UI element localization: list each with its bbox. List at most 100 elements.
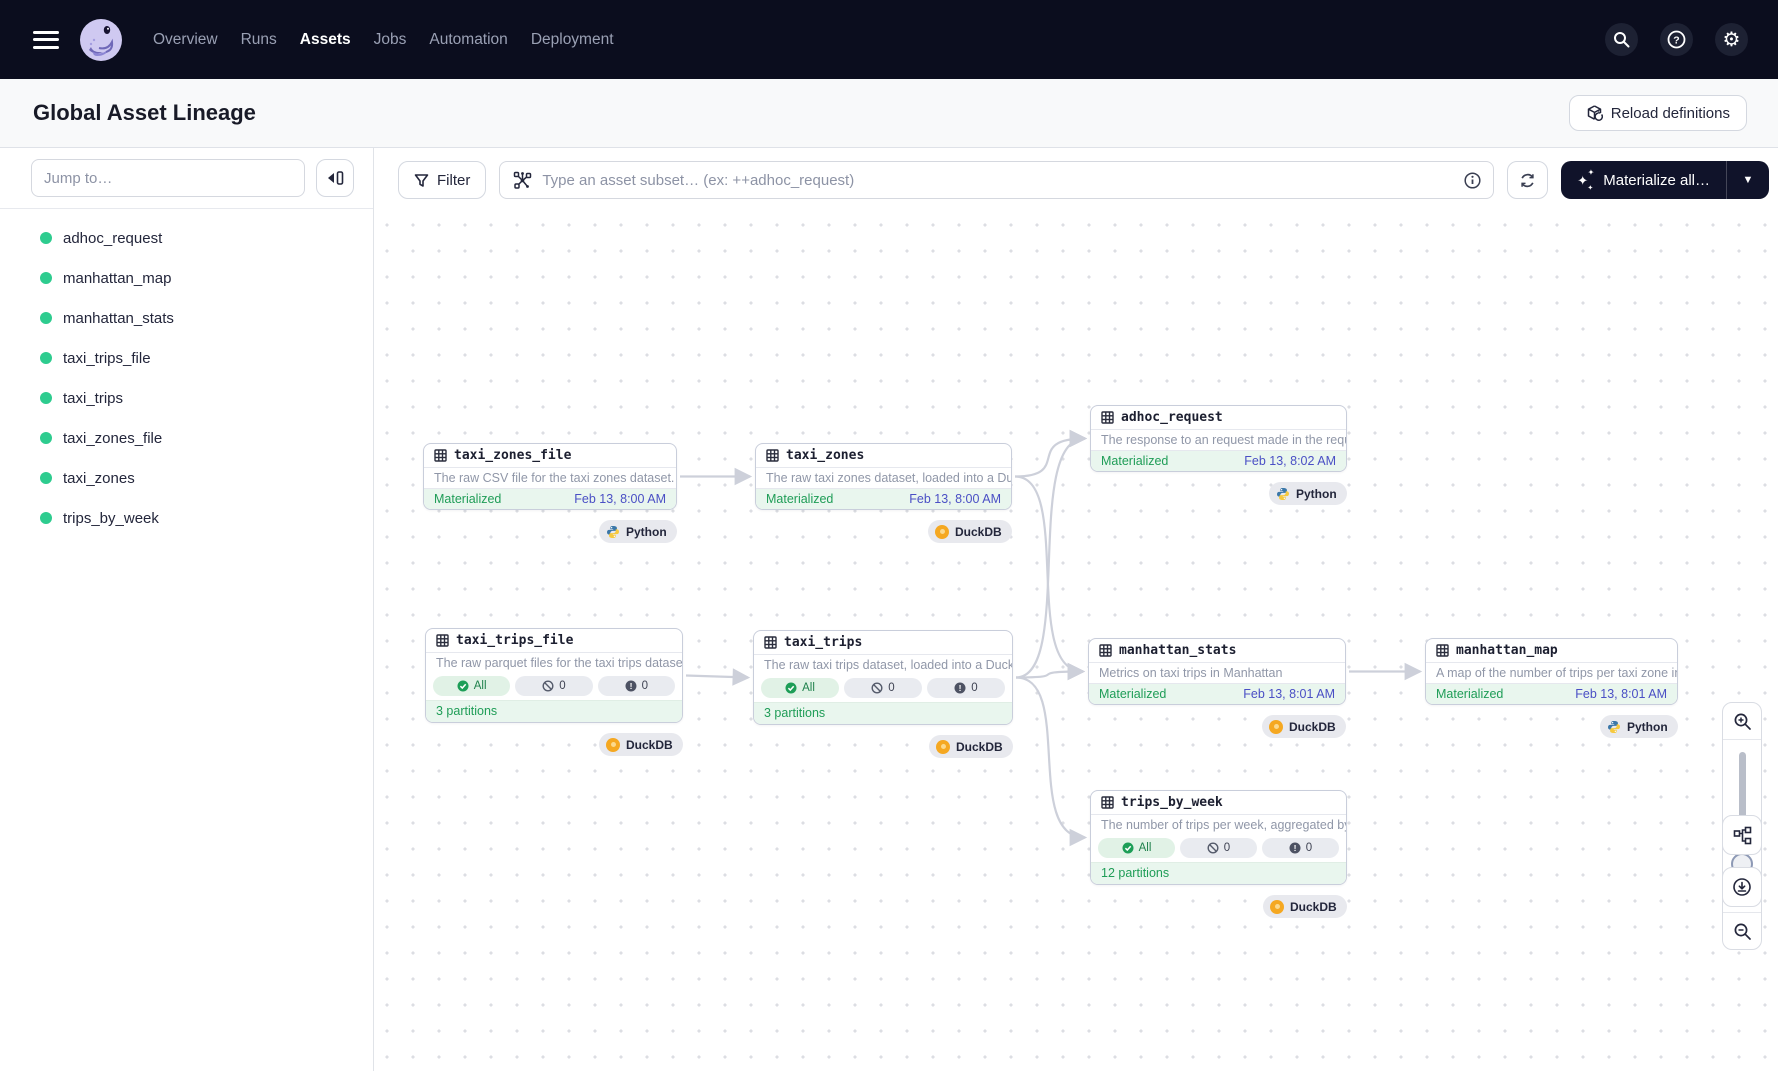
status-timestamp[interactable]: Feb 13, 8:00 AM <box>574 492 666 506</box>
status-timestamp[interactable]: Feb 13, 8:01 AM <box>1575 687 1667 701</box>
sidebar-asset-manhattan_map[interactable]: manhattan_map <box>0 258 373 298</box>
asset-label: taxi_trips_file <box>63 350 151 367</box>
funnel-icon <box>414 173 429 188</box>
svg-text:!: ! <box>959 683 962 693</box>
partitions-failed-pill[interactable]: !0 <box>927 678 1005 698</box>
compute-kind-badge-duckdb[interactable]: DuckDB <box>599 733 683 756</box>
badge-label: Python <box>626 525 667 539</box>
table-icon <box>1101 796 1114 809</box>
menu-icon[interactable] <box>33 26 59 53</box>
asset-node-taxi_trips[interactable]: taxi_tripsThe raw taxi trips dataset, lo… <box>753 630 1013 725</box>
nav-link-automation[interactable]: Automation <box>429 31 507 49</box>
table-icon <box>434 449 447 462</box>
nav-link-overview[interactable]: Overview <box>153 31 218 49</box>
zoom-in-button[interactable] <box>1723 703 1761 740</box>
materialized-dot-icon <box>40 432 52 444</box>
asset-label: taxi_zones_file <box>63 430 162 447</box>
partitions-all-pill[interactable]: All <box>761 678 839 698</box>
compute-kind-badge-duckdb[interactable]: DuckDB <box>929 735 1013 758</box>
partitions-missing-pill[interactable]: 0 <box>844 678 922 698</box>
sidebar-asset-taxi_trips_file[interactable]: taxi_trips_file <box>0 338 373 378</box>
check-circle-icon <box>785 682 797 694</box>
asset-node-manhattan_map[interactable]: manhattan_mapA map of the number of trip… <box>1425 638 1678 705</box>
compute-kind-badge-python[interactable]: Python <box>1600 715 1678 738</box>
nav-link-runs[interactable]: Runs <box>241 31 277 49</box>
sidebar-asset-taxi_zones[interactable]: taxi_zones <box>0 458 373 498</box>
asset-node-taxi_zones[interactable]: taxi_zonesThe raw taxi zones dataset, lo… <box>755 443 1012 510</box>
download-image-button[interactable] <box>1722 867 1762 907</box>
status-timestamp[interactable]: Feb 13, 8:00 AM <box>909 492 1001 506</box>
asset-node-manhattan_stats[interactable]: manhattan_stats Metrics on taxi trips in … <box>1088 638 1346 705</box>
refresh-button[interactable] <box>1507 161 1548 199</box>
partitions-all-pill[interactable]: All <box>1098 838 1175 858</box>
asset-subset-field[interactable] <box>499 161 1494 199</box>
partitions-all-pill[interactable]: All <box>433 676 510 696</box>
materialized-dot-icon <box>40 472 52 484</box>
materialize-all-button[interactable]: ✦✦✦ Materialize all… <box>1561 161 1726 199</box>
rearrange-layout-button[interactable] <box>1722 815 1762 855</box>
asset-subset-input[interactable] <box>542 172 1454 189</box>
compute-kind-badge-duckdb[interactable]: DuckDB <box>1263 895 1347 918</box>
partition-pills: All0 !0 <box>426 673 682 700</box>
asset-label: trips_by_week <box>63 510 159 527</box>
table-icon <box>1099 644 1112 657</box>
nav-link-jobs[interactable]: Jobs <box>374 31 407 49</box>
check-circle-icon <box>457 680 469 692</box>
asset-node-trips_by_week[interactable]: trips_by_weekThe number of trips per wee… <box>1090 790 1347 885</box>
partitions-missing-pill[interactable]: 0 <box>1180 838 1257 858</box>
settings-gear-icon[interactable]: ⚙ <box>1715 23 1748 56</box>
status-timestamp[interactable]: Feb 13, 8:02 AM <box>1244 454 1336 468</box>
zoom-out-button[interactable] <box>1723 912 1761 949</box>
materialization-status: MaterializedFeb 13, 8:02 AM <box>1091 450 1346 471</box>
asset-description: Metrics on taxi trips in Manhattan <box>1089 663 1345 683</box>
lineage-canvas[interactable]: Filter <box>374 148 1778 1071</box>
compute-kind-badge-duckdb[interactable]: DuckDB <box>928 520 1012 543</box>
status-label: Materialized <box>766 492 833 506</box>
partitions-failed-pill[interactable]: !0 <box>1262 838 1339 858</box>
partition-pills: All0!0 <box>754 675 1012 702</box>
materialized-dot-icon <box>40 232 52 244</box>
asset-description: The raw taxi zones dataset, loaded into … <box>756 468 1011 488</box>
asset-name: manhattan_stats <box>1119 643 1236 658</box>
edge-taxi_zones-to-adhoc_request <box>1015 439 1085 477</box>
badge-label: Python <box>1296 487 1337 501</box>
help-icon[interactable]: ? <box>1660 23 1693 56</box>
materialization-status: MaterializedFeb 13, 8:01 AM <box>1089 683 1345 704</box>
asset-label: manhattan_stats <box>63 310 174 327</box>
asset-name: manhattan_map <box>1456 643 1558 658</box>
reload-definitions-button[interactable]: Reload definitions <box>1569 95 1747 131</box>
compute-kind-badge-python[interactable]: Python <box>599 520 677 543</box>
compute-kind-badge-duckdb[interactable]: DuckDB <box>1262 715 1346 738</box>
partitions-missing-pill[interactable]: 0 <box>515 676 592 696</box>
duckdb-logo-icon <box>935 525 949 539</box>
badge-label: DuckDB <box>626 738 673 752</box>
table-icon <box>436 634 449 647</box>
asset-description: The response to an request made in the r… <box>1091 430 1346 450</box>
status-timestamp[interactable]: Feb 13, 8:01 AM <box>1243 687 1335 701</box>
partitions-failed-pill[interactable]: !0 <box>598 676 675 696</box>
compute-kind-badge-python[interactable]: Python <box>1269 482 1347 505</box>
graph-toolbar: Filter <box>398 161 1769 199</box>
collapse-sidebar-button[interactable] <box>316 159 354 197</box>
sidebar-asset-taxi_zones_file[interactable]: taxi_zones_file <box>0 418 373 458</box>
asset-node-taxi_zones_file[interactable]: taxi_zones_fileThe raw CSV file for the … <box>423 443 677 510</box>
filter-button[interactable]: Filter <box>398 161 486 199</box>
info-icon[interactable] <box>1464 172 1481 189</box>
asset-node-adhoc_request[interactable]: adhoc_requestThe response to an request … <box>1090 405 1347 472</box>
sidebar-asset-trips_by_week[interactable]: trips_by_week <box>0 498 373 538</box>
top-nav: Overview Runs Assets Jobs Automation Deployme… <box>0 0 1778 79</box>
sidebar-asset-adhoc_request[interactable]: adhoc_request <box>0 218 373 258</box>
jump-to-input[interactable] <box>31 159 305 197</box>
sidebar-asset-manhattan_stats[interactable]: manhattan_stats <box>0 298 373 338</box>
nav-link-deployment[interactable]: Deployment <box>531 31 614 49</box>
sparkle-icon: ✦✦✦ <box>1577 172 1594 189</box>
partition-count: 3 partitions <box>754 702 1012 724</box>
materialize-options-caret[interactable]: ▼ <box>1726 161 1769 199</box>
dagster-logo-icon[interactable] <box>79 18 123 62</box>
search-icon[interactable] <box>1605 23 1638 56</box>
sidebar-asset-taxi_trips[interactable]: taxi_trips <box>0 378 373 418</box>
table-icon <box>764 636 777 649</box>
nav-link-assets[interactable]: Assets <box>300 31 351 49</box>
materialized-dot-icon <box>40 392 52 404</box>
asset-node-taxi_trips_file[interactable]: taxi_trips_fileThe raw parquet files for… <box>425 628 683 723</box>
